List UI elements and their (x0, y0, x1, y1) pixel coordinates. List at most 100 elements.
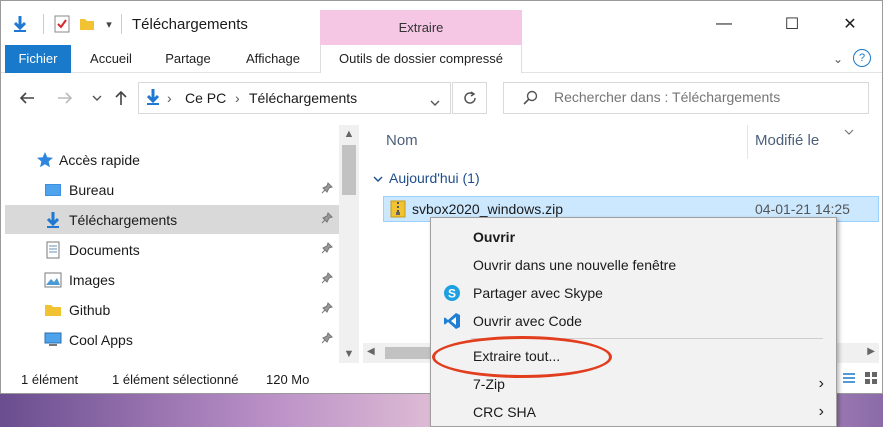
skype-icon: S (442, 283, 462, 303)
pin-icon[interactable] (321, 242, 333, 257)
nav-item-bureau[interactable]: Bureau (5, 175, 339, 204)
menu-item-ouvrir-nouvelle-fenetre[interactable]: Ouvrir dans une nouvelle fenêtre (431, 251, 836, 279)
download-icon (145, 88, 161, 109)
address-bar[interactable]: › Ce PC › Téléchargements (138, 82, 451, 114)
submenu-arrow-icon: › (818, 375, 824, 392)
chevron-down-icon[interactable] (430, 94, 440, 110)
file-modified: 04-01-21 14:25 (755, 201, 850, 217)
search-input[interactable] (554, 89, 854, 105)
menu-item-ouvrir-avec-code[interactable]: Ouvrir avec Code (431, 307, 836, 335)
back-button[interactable] (15, 85, 39, 111)
pin-icon[interactable] (321, 182, 333, 197)
recent-locations-button[interactable] (85, 85, 109, 111)
menu-item-label: Ouvrir dans une nouvelle fenêtre (473, 257, 677, 273)
tab-accueil[interactable]: Accueil (81, 45, 141, 73)
column-divider[interactable] (747, 125, 748, 159)
up-button[interactable] (109, 85, 133, 111)
pin-icon[interactable] (321, 212, 333, 227)
context-menu: Ouvrir Ouvrir dans une nouvelle fenêtre … (430, 217, 837, 427)
maximize-button[interactable]: ☐ (769, 9, 815, 39)
nav-item-label: Cool Apps (69, 331, 133, 348)
collapse-ribbon-icon[interactable]: ⌄ (827, 49, 849, 69)
search-icon (522, 90, 538, 109)
group-header[interactable]: Aujourd'hui (1) (373, 170, 480, 186)
folder-icon (43, 300, 63, 320)
ribbon: Fichier Accueil Partage Affichage Outils… (1, 45, 882, 73)
breadcrumb-telechargements[interactable]: Téléchargements (249, 90, 357, 106)
scroll-right-icon[interactable]: ▶ (867, 346, 875, 357)
menu-item-partager-skype[interactable]: S Partager avec Skype (431, 279, 836, 307)
chevron-down-icon[interactable] (844, 123, 854, 139)
download-icon (43, 210, 63, 230)
navigation-pane: Accès rapide Bureau Téléchargements Docu… (1, 125, 339, 363)
back-arrow-icon (19, 92, 34, 104)
nav-item-images[interactable]: Images (5, 265, 339, 294)
nav-item-documents[interactable]: Documents (5, 235, 339, 264)
column-header-modified[interactable]: Modifié le (755, 132, 819, 149)
refresh-icon (463, 91, 476, 104)
download-icon[interactable] (9, 13, 31, 35)
nav-item-cool-apps[interactable]: Cool Apps (5, 325, 339, 354)
menu-item-label: CRC SHA (473, 404, 537, 420)
tab-outils-dossier-compresse[interactable]: Outils de dossier compressé (320, 45, 522, 73)
group-label: Aujourd'hui (1) (389, 170, 480, 186)
pin-icon[interactable] (321, 302, 333, 317)
nav-item-label: Téléchargements (69, 211, 178, 228)
breadcrumb-ce-pc[interactable]: Ce PC (185, 90, 226, 106)
details-view-icon[interactable] (838, 367, 860, 389)
item-count: 1 élément (21, 372, 79, 387)
divider (41, 13, 45, 35)
menu-item-label: Partager avec Skype (473, 285, 603, 301)
documents-icon (43, 240, 63, 260)
tab-partage[interactable]: Partage (156, 45, 220, 73)
divider (119, 13, 123, 35)
pin-icon[interactable] (321, 332, 333, 347)
chevron-down-icon (92, 95, 102, 101)
tab-fichier[interactable]: Fichier (5, 45, 71, 73)
menu-item-crc-sha[interactable]: CRC SHA › (431, 398, 836, 426)
star-icon (35, 150, 55, 170)
svg-text:S: S (448, 287, 456, 301)
properties-icon[interactable] (51, 13, 73, 35)
forward-arrow-icon (58, 92, 73, 104)
menu-item-label: Ouvrir avec Code (473, 313, 582, 329)
nav-item-label: Documents (69, 241, 140, 258)
nav-pane-scrollbar[interactable]: ▲ ▼ (339, 125, 359, 363)
desktop-icon (43, 180, 63, 200)
help-icon[interactable]: ? (853, 49, 871, 67)
refresh-button[interactable] (452, 82, 487, 114)
nav-item-github[interactable]: Github (5, 295, 339, 324)
pin-icon[interactable] (321, 272, 333, 287)
minimize-button[interactable]: — (701, 9, 747, 39)
scrollbar-thumb[interactable] (342, 145, 356, 195)
new-folder-icon[interactable] (77, 13, 97, 35)
zip-folder-icon (390, 200, 406, 221)
large-icons-view-icon[interactable] (860, 367, 882, 389)
close-button[interactable]: ✕ (827, 9, 873, 39)
search-box[interactable] (503, 82, 869, 114)
breadcrumb-separator[interactable]: › (167, 90, 172, 106)
menu-item-label: Ouvrir (473, 229, 516, 245)
nav-item-label: Images (69, 271, 115, 288)
nav-item-label: Accès rapide (59, 151, 140, 168)
vscode-icon (442, 311, 462, 331)
up-arrow-icon (115, 90, 127, 105)
customize-toolbar-icon[interactable]: ▾ (101, 13, 117, 35)
submenu-arrow-icon: › (818, 403, 824, 420)
nav-item-label: Bureau (69, 181, 115, 198)
forward-button[interactable] (53, 85, 77, 111)
chevron-down-icon (373, 176, 383, 182)
file-name: svbox2020_windows.zip (412, 201, 563, 217)
images-icon (43, 270, 63, 290)
scroll-down-icon[interactable]: ▼ (339, 348, 359, 360)
breadcrumb-separator[interactable]: › (235, 90, 240, 106)
column-header-name[interactable]: Nom (386, 132, 418, 149)
nav-item-acces-rapide[interactable]: Accès rapide (5, 145, 339, 174)
scroll-left-icon[interactable]: ◀ (367, 346, 375, 357)
title-bar: ▾ Téléchargements Extraire — ☐ ✕ (1, 1, 882, 46)
tab-affichage[interactable]: Affichage (235, 45, 311, 73)
menu-item-ouvrir[interactable]: Ouvrir (431, 223, 836, 251)
nav-item-telechargements[interactable]: Téléchargements (5, 205, 339, 234)
selection-info: 1 élément sélectionné (112, 372, 239, 387)
scroll-up-icon[interactable]: ▲ (339, 128, 359, 140)
